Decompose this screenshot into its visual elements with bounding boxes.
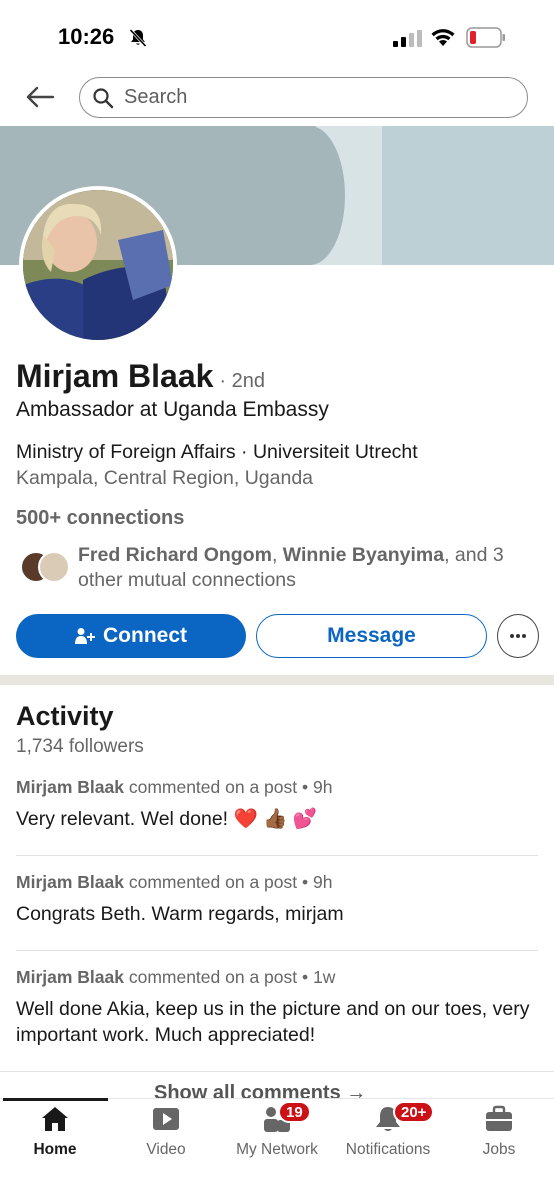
tab-label: Jobs — [482, 1141, 516, 1158]
tab-video[interactable]: Video — [111, 1105, 221, 1165]
show-all-comments-button[interactable]: Show all comments → — [0, 1071, 554, 1101]
mutual-connections[interactable]: Fred Richard Ongom, Winnie Byanyima, and… — [78, 543, 538, 593]
status-time: 10:26 — [58, 24, 115, 49]
connections-count[interactable]: 500+ connections — [16, 507, 184, 530]
activity-item[interactable]: Mirjam Blaak commented on a post • 9h Ve… — [16, 777, 538, 832]
profile-name-row: Mirjam Blaak · 2nd — [16, 358, 265, 395]
activity-meta: Mirjam Blaak commented on a post • 9h — [16, 872, 333, 892]
activity-comment-text: Congrats Beth. Warm regards, mirjam — [16, 903, 344, 925]
mutual-name: Fred Richard Ongom — [78, 544, 272, 566]
tab-label: My Network — [236, 1141, 318, 1158]
wifi-icon — [431, 29, 455, 46]
tab-jobs[interactable]: Jobs — [444, 1105, 554, 1165]
profile-photo[interactable] — [19, 186, 177, 344]
cellular-signal-icon — [393, 30, 422, 47]
tab-label: Home — [33, 1141, 77, 1158]
connect-button[interactable]: Connect — [16, 614, 246, 658]
network-badge: 19 — [278, 1101, 311, 1123]
activity-comment-text: Well done Akia, keep us in the picture a… — [16, 998, 530, 1046]
arrow-left-icon — [26, 86, 55, 108]
profile-location: Kampala, Central Region, Uganda — [16, 467, 314, 489]
divider — [16, 855, 538, 856]
battery-low-icon — [466, 27, 505, 48]
tab-home[interactable]: Home — [0, 1105, 110, 1165]
activity-comment-text: Very relevant. Wel done! ❤️ 👍🏾 💕 — [16, 808, 318, 830]
search-bar[interactable] — [79, 77, 528, 118]
activity-item[interactable]: Mirjam Blaak commented on a post • 9h Co… — [16, 872, 538, 927]
followers-count: 1,734 followers — [16, 736, 144, 757]
video-icon — [153, 1108, 179, 1130]
connection-degree: · 2nd — [219, 370, 266, 392]
mutual-name: Winnie Byanyima — [282, 544, 445, 566]
mutual-connection-avatars[interactable] — [20, 549, 72, 585]
section-divider — [0, 675, 554, 685]
status-bar: 10:26 — [0, 0, 554, 72]
tab-label: Notifications — [345, 1141, 431, 1158]
more-options-button[interactable] — [497, 614, 539, 658]
active-tab-indicator — [3, 1098, 108, 1101]
home-icon — [42, 1107, 68, 1131]
add-person-icon — [75, 628, 95, 644]
profile-name: Mirjam Blaak — [16, 358, 214, 394]
profile-organizations[interactable]: Ministry of Foreign Affairs · Universite… — [16, 441, 418, 464]
bottom-tab-bar: Home Video 19 My Network 20+ Notificatio… — [0, 1098, 554, 1200]
notifications-badge: 20+ — [393, 1101, 435, 1123]
profile-headline: Ambassador at Uganda Embassy — [16, 398, 329, 421]
search-icon — [93, 87, 114, 108]
connect-label: Connect — [103, 624, 187, 647]
mutual-avatar — [38, 551, 70, 583]
tab-my-network[interactable]: 19 My Network — [222, 1101, 332, 1165]
activity-meta: Mirjam Blaak commented on a post • 1w — [16, 967, 336, 987]
briefcase-icon — [486, 1105, 512, 1131]
ellipsis-icon — [510, 634, 526, 638]
activity-meta: Mirjam Blaak commented on a post • 9h — [16, 777, 333, 797]
message-label: Message — [327, 624, 416, 647]
message-button[interactable]: Message — [256, 614, 487, 658]
tab-notifications[interactable]: 20+ Notifications — [333, 1101, 443, 1165]
bell-muted-icon — [129, 28, 147, 48]
activity-item[interactable]: Mirjam Blaak commented on a post • 1w We… — [16, 967, 538, 1048]
back-button[interactable] — [22, 80, 58, 114]
divider — [16, 950, 538, 951]
tab-label: Video — [146, 1141, 186, 1158]
activity-title: Activity — [16, 701, 114, 731]
search-input[interactable] — [124, 86, 504, 109]
